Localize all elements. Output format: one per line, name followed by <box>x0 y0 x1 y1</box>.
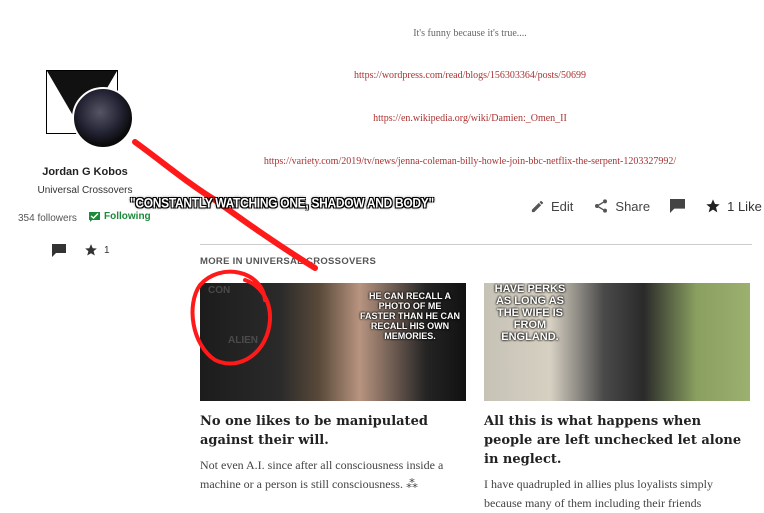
following-button[interactable]: Following <box>89 211 151 222</box>
related-post-title[interactable]: No one likes to be manipulated against t… <box>200 412 466 450</box>
like-button[interactable]: 1 Like <box>705 198 762 214</box>
sidebar-actions: 1 <box>52 243 110 257</box>
comment-button[interactable] <box>670 199 686 213</box>
share-label: Share <box>615 198 651 214</box>
related-post-card[interactable]: HAVE PERKS AS LONG AS THE WIFE IS FROM E… <box>484 283 750 513</box>
related-post-excerpt: I have quadrupled in allies plus loyalis… <box>484 477 713 510</box>
post-actions: Edit Share 1 Like <box>530 198 762 214</box>
related-post-excerpt: Not even A.I. since after all consciousn… <box>200 458 444 491</box>
following-icon <box>89 211 100 222</box>
star-icon <box>705 198 721 214</box>
following-label: Following <box>104 211 151 222</box>
related-post-image[interactable]: HAVE PERKS AS LONG AS THE WIFE IS FROM E… <box>484 283 750 401</box>
edit-button[interactable]: Edit <box>530 199 573 214</box>
author-name[interactable]: Jordan G Kobos <box>0 166 170 178</box>
pencil-icon <box>530 199 545 214</box>
post-link-wordpress[interactable]: https://wordpress.com/read/blogs/1563033… <box>200 70 740 81</box>
like-label: 1 Like <box>727 198 762 214</box>
share-button[interactable]: Share <box>593 198 650 214</box>
follower-count[interactable]: 354 followers <box>18 213 77 224</box>
post-link-variety[interactable]: https://variety.com/2019/tv/news/jenna-c… <box>200 156 740 167</box>
image-background-text: CON <box>208 285 231 296</box>
star-icon[interactable] <box>84 243 98 257</box>
sidebar-like-count: 1 <box>104 244 110 256</box>
image-caption: HAVE PERKS AS LONG AS THE WIFE IS FROM E… <box>494 283 566 343</box>
related-post-title[interactable]: All this is what happens when people are… <box>484 412 750 469</box>
post-caption: It's funny because it's true.... <box>413 28 527 39</box>
share-icon <box>593 198 609 214</box>
comment-icon <box>670 199 686 213</box>
related-post-image[interactable]: CON ALIEN HE CAN RECALL A PHOTO OF ME FA… <box>200 283 466 401</box>
post-link-wikipedia[interactable]: https://en.wikipedia.org/wiki/Damien:_Om… <box>200 113 740 124</box>
avatar[interactable] <box>72 87 134 149</box>
image-background-text: ALIEN <box>228 335 258 346</box>
related-post-card[interactable]: CON ALIEN HE CAN RECALL A PHOTO OF ME FA… <box>200 283 466 494</box>
image-caption: HE CAN RECALL A PHOTO OF ME FASTER THAN … <box>360 291 461 341</box>
comment-icon[interactable] <box>52 243 66 257</box>
section-divider <box>200 244 752 245</box>
overlay-quote-text: "CONSTANTLY WATCHING ONE, SHADOW AND BOD… <box>130 194 434 212</box>
more-in-heading: MORE IN UNIVERSAL CROSSOVERS <box>200 256 377 267</box>
edit-label: Edit <box>551 198 574 214</box>
